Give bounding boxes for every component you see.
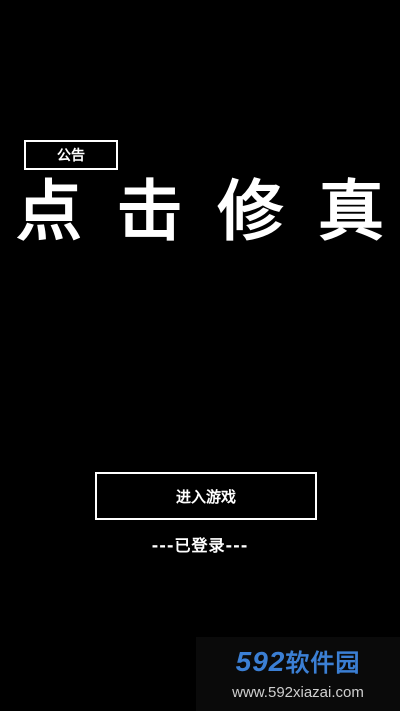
- title-char: 真: [317, 173, 384, 250]
- watermark-logo-number: 592: [235, 646, 286, 677]
- title-char: 点: [16, 173, 82, 250]
- watermark-logo: 592软件园: [236, 647, 361, 678]
- game-start-screen: 公告 点 击 修 真 进入游戏 ---已登录--- 592软件园 www.592…: [0, 0, 400, 711]
- watermark-logo-text: 软件园: [285, 649, 361, 677]
- site-watermark: 592软件园 www.592xiazai.com: [196, 637, 400, 711]
- enter-game-button[interactable]: 进入游戏: [95, 472, 317, 520]
- notice-button-label: 公告: [57, 148, 85, 164]
- game-title: 点 击 修 真: [0, 170, 400, 254]
- watermark-url: www.592xiazai.com: [232, 684, 364, 701]
- enter-game-label: 进入游戏: [175, 487, 236, 506]
- notice-button[interactable]: 公告: [24, 140, 118, 170]
- login-status-text: ---已登录---: [151, 536, 249, 555]
- title-char: 修: [217, 173, 284, 250]
- title-char: 击: [116, 173, 183, 250]
